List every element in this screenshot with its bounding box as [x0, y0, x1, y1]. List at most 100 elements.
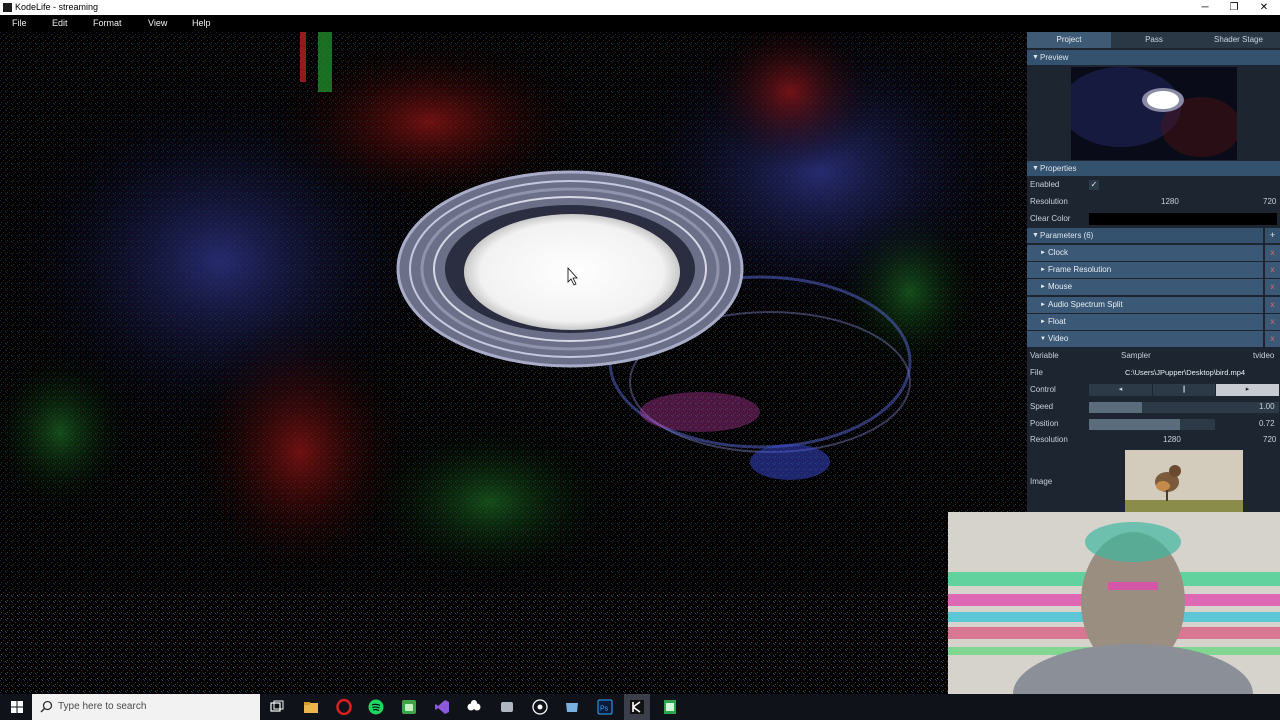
menu-file[interactable]: File — [12, 18, 27, 28]
chevron-down-icon: ▼ — [1032, 232, 1039, 239]
parameter-item-mouse[interactable]: ► Mouse — [1027, 279, 1263, 295]
parameter-item-video[interactable]: ▼ Video — [1027, 331, 1263, 347]
video-speed-row: Speed 1.00 — [1027, 399, 1280, 415]
speed-slider-fill — [1089, 402, 1143, 413]
menu-bar: File Edit Format View Help — [0, 15, 1280, 32]
play-button[interactable]: ▸ — [1216, 384, 1279, 396]
properties-section-header[interactable]: ▼ Properties — [1027, 161, 1280, 176]
kodelife-icon[interactable] — [629, 699, 645, 715]
chevron-down-icon: ▼ — [1040, 336, 1046, 342]
maximize-button[interactable]: ❐ — [1219, 0, 1249, 15]
task-view-icon[interactable] — [269, 699, 285, 715]
resolution-height-field[interactable]: 720 — [1263, 194, 1276, 210]
enabled-checkbox[interactable]: ✓ — [1089, 180, 1099, 190]
svg-text:Ps: Ps — [600, 706, 609, 713]
parameter-label: Audio Spectrum Split — [1048, 300, 1123, 309]
remove-frame-resolution-button[interactable]: x — [1265, 262, 1280, 278]
remove-audio-spectrum-split-button[interactable]: x — [1265, 297, 1280, 313]
video-resolution-label: Resolution — [1030, 435, 1068, 444]
enabled-row: Enabled ✓ — [1027, 177, 1280, 193]
file-label: File — [1030, 368, 1043, 377]
control-label: Control — [1030, 385, 1056, 394]
chevron-right-icon: ► — [1040, 250, 1046, 256]
chevron-right-icon: ► — [1040, 284, 1046, 290]
opera-icon[interactable] — [336, 699, 352, 715]
parameter-label: Float — [1048, 317, 1066, 326]
parameter-item-frame-resolution[interactable]: ► Frame Resolution — [1027, 262, 1263, 278]
obs-studio-icon[interactable] — [532, 699, 548, 715]
resolution-width-field[interactable]: 1280 — [1161, 194, 1179, 210]
pause-button[interactable]: ❙ — [1153, 384, 1215, 396]
parameter-item-audio-spectrum-split[interactable]: ► Audio Spectrum Split — [1027, 297, 1263, 313]
speed-value: 1.00 — [1259, 402, 1275, 411]
parameter-label: Clock — [1048, 248, 1069, 257]
parameter-label: Mouse — [1048, 282, 1073, 291]
spotify-icon[interactable] — [368, 699, 384, 715]
webcam-overlay — [948, 512, 1280, 694]
window-title: KodeLife - streaming — [15, 2, 99, 12]
minimize-button[interactable]: ─ — [1190, 0, 1220, 15]
panel-tabs: Project Pass Shader Stage — [1027, 32, 1280, 48]
folder-icon[interactable] — [564, 699, 580, 715]
close-button[interactable]: ✕ — [1249, 0, 1279, 15]
menu-view[interactable]: View — [148, 18, 167, 28]
parameter-item-clock[interactable]: ► Clock — [1027, 245, 1263, 261]
visual-studio-icon[interactable] — [434, 699, 450, 715]
variable-type: Sampler — [1121, 351, 1151, 360]
video-resolution-row: Resolution 1280 720 — [1027, 432, 1280, 448]
remove-mouse-button[interactable]: x — [1265, 279, 1280, 295]
remove-clock-button[interactable]: x — [1265, 245, 1280, 261]
position-slider-fill — [1089, 419, 1180, 430]
tab-shader-stage[interactable]: Shader Stage — [1197, 32, 1280, 48]
windows-start-icon[interactable] — [9, 699, 25, 715]
tab-project[interactable]: Project — [1027, 32, 1111, 48]
speed-label: Speed — [1030, 402, 1054, 411]
play-backward-button[interactable]: ◂ — [1089, 384, 1152, 396]
windows-taskbar: Type here to search Ps — [0, 694, 1280, 720]
remove-video-button[interactable]: x — [1265, 331, 1280, 347]
parameter-item-float[interactable]: ► Float — [1027, 314, 1263, 330]
parameter-label: Frame Resolution — [1048, 265, 1112, 274]
app-icon[interactable] — [499, 699, 515, 715]
video-control-row: Control ◂ ❙ ▸ — [1027, 382, 1280, 398]
menu-help[interactable]: Help — [192, 18, 211, 28]
position-slider[interactable] — [1089, 419, 1215, 430]
clear-color-swatch[interactable] — [1089, 213, 1277, 225]
add-parameter-button[interactable]: + — [1265, 228, 1280, 243]
search-icon — [40, 700, 53, 713]
spreadsheet-icon[interactable] — [662, 699, 678, 715]
position-value: 0.72 — [1259, 419, 1275, 428]
photoshop-icon[interactable]: Ps — [597, 699, 613, 715]
tab-pass[interactable]: Pass — [1112, 32, 1196, 48]
video-image-thumbnail — [1125, 450, 1243, 512]
kodelife-app-icon — [3, 3, 12, 12]
clear-color-row: Clear Color — [1027, 211, 1280, 227]
video-resolution-width: 1280 — [1163, 435, 1181, 444]
file-path-field[interactable]: C:\Users\JPupper\Desktop\bird.mp4 — [1125, 365, 1245, 381]
preview-section-header[interactable]: ▼ Preview — [1027, 50, 1280, 65]
menu-format[interactable]: Format — [93, 18, 122, 28]
android-icon[interactable] — [401, 699, 417, 715]
properties-label: Properties — [1040, 164, 1077, 173]
file-explorer-icon[interactable] — [303, 699, 319, 715]
variable-label: Variable — [1030, 351, 1059, 360]
preview-label: Preview — [1040, 53, 1069, 62]
search-placeholder: Type here to search — [58, 701, 147, 712]
obs-icon[interactable] — [466, 699, 482, 715]
chevron-right-icon: ► — [1040, 267, 1046, 273]
remove-float-button[interactable]: x — [1265, 314, 1280, 330]
parameters-section-header[interactable]: ▼ Parameters (6) — [1027, 228, 1263, 243]
taskbar-search-box[interactable]: Type here to search — [32, 694, 260, 720]
shader-output-canvas[interactable] — [0, 32, 1027, 694]
speed-slider[interactable] — [1089, 402, 1279, 413]
video-resolution-height: 720 — [1263, 435, 1277, 444]
window-title-bar: KodeLife - streaming ─ ❐ ✕ — [0, 0, 1280, 15]
chevron-right-icon: ► — [1040, 302, 1046, 308]
variable-name-field[interactable]: tvideo — [1253, 348, 1274, 364]
clear-color-label: Clear Color — [1030, 214, 1071, 223]
menu-edit[interactable]: Edit — [52, 18, 68, 28]
chevron-down-icon: ▼ — [1032, 165, 1039, 172]
webcam-image — [948, 512, 1280, 694]
project-panel: Project Pass Shader Stage ▼ Preview ▼ Pr… — [1027, 32, 1280, 512]
video-variable-row: Variable Sampler tvideo — [1027, 348, 1280, 364]
